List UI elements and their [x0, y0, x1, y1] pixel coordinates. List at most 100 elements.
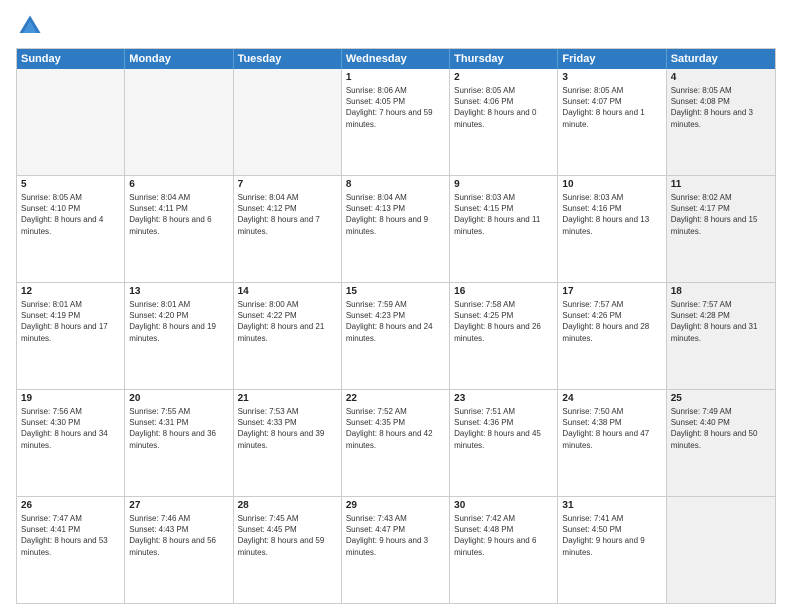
day-cell-7: 7Sunrise: 8:04 AMSunset: 4:12 PMDaylight… [234, 176, 342, 282]
day-info: Sunrise: 8:03 AMSunset: 4:16 PMDaylight:… [562, 192, 661, 237]
day-info: Sunrise: 7:46 AMSunset: 4:43 PMDaylight:… [129, 513, 228, 558]
logo [16, 12, 48, 40]
day-info: Sunrise: 8:01 AMSunset: 4:19 PMDaylight:… [21, 299, 120, 344]
day-header-thursday: Thursday [450, 49, 558, 69]
day-cell-14: 14 Sunrise: 8:00 AMSunset: 4:22 PMDayligh… [234, 283, 342, 389]
day-header-saturday: Saturday [667, 49, 775, 69]
calendar-week-4: 19 Sunrise: 7:56 AMSunset: 4:30 PMDayligh… [17, 389, 775, 496]
day-info: Sunrise: 7:50 AMSunset: 4:38 PMDaylight:… [562, 406, 661, 451]
day-cell-2: 2 Sunrise: 8:05 AMSunset: 4:06 PMDaylight… [450, 69, 558, 175]
day-number: 5 [21, 179, 120, 190]
day-cell-10: 10Sunrise: 8:03 AMSunset: 4:16 PMDayligh… [558, 176, 666, 282]
day-info: Sunrise: 7:59 AMSunset: 4:23 PMDaylight:… [346, 299, 445, 344]
day-cell-28: 28Sunrise: 7:45 AMSunset: 4:45 PMDayligh… [234, 497, 342, 603]
day-info: Sunrise: 7:49 AMSunset: 4:40 PMDaylight:… [671, 406, 771, 451]
calendar-body: 1 Sunrise: 8:06 AMSunset: 4:05 PMDaylight… [17, 69, 775, 603]
calendar-week-1: 1 Sunrise: 8:06 AMSunset: 4:05 PMDaylight… [17, 69, 775, 175]
day-number: 21 [238, 393, 337, 404]
day-number: 8 [346, 179, 445, 190]
day-cell-17: 17 Sunrise: 7:57 AMSunset: 4:26 PMDayligh… [558, 283, 666, 389]
day-cell-11: 11Sunrise: 8:02 AMSunset: 4:17 PMDayligh… [667, 176, 775, 282]
day-number: 6 [129, 179, 228, 190]
day-number: 4 [671, 72, 771, 83]
day-cell-26: 26Sunrise: 7:47 AMSunset: 4:41 PMDayligh… [17, 497, 125, 603]
day-cell-25: 25 Sunrise: 7:49 AMSunset: 4:40 PMDayligh… [667, 390, 775, 496]
day-cell-8: 8 Sunrise: 8:04 AMSunset: 4:13 PMDaylight… [342, 176, 450, 282]
page: SundayMondayTuesdayWednesdayThursdayFrid… [0, 0, 792, 612]
day-number: 17 [562, 286, 661, 297]
day-number: 30 [454, 500, 553, 511]
day-cell-3: 3 Sunrise: 8:05 AMSunset: 4:07 PMDaylight… [558, 69, 666, 175]
day-number: 14 [238, 286, 337, 297]
day-number: 29 [346, 500, 445, 511]
calendar-header: SundayMondayTuesdayWednesdayThursdayFrid… [17, 49, 775, 69]
day-info: Sunrise: 8:01 AMSunset: 4:20 PMDaylight:… [129, 299, 228, 344]
day-info: Sunrise: 8:05 AMSunset: 4:06 PMDaylight:… [454, 85, 553, 130]
empty-cell-w0c1 [125, 69, 233, 175]
day-cell-27: 27 Sunrise: 7:46 AMSunset: 4:43 PMDayligh… [125, 497, 233, 603]
day-number: 9 [454, 179, 553, 190]
day-number: 3 [562, 72, 661, 83]
day-cell-18: 18 Sunrise: 7:57 AMSunset: 4:28 PMDayligh… [667, 283, 775, 389]
day-number: 18 [671, 286, 771, 297]
day-cell-4: 4Sunrise: 8:05 AMSunset: 4:08 PMDaylight… [667, 69, 775, 175]
day-number: 24 [562, 393, 661, 404]
day-cell-19: 19 Sunrise: 7:56 AMSunset: 4:30 PMDayligh… [17, 390, 125, 496]
day-cell-12: 12Sunrise: 8:01 AMSunset: 4:19 PMDayligh… [17, 283, 125, 389]
day-info: Sunrise: 8:05 AMSunset: 4:07 PMDaylight:… [562, 85, 661, 130]
day-number: 13 [129, 286, 228, 297]
day-header-friday: Friday [558, 49, 666, 69]
day-header-sunday: Sunday [17, 49, 125, 69]
day-cell-6: 6Sunrise: 8:04 AMSunset: 4:11 PMDaylight… [125, 176, 233, 282]
day-number: 16 [454, 286, 553, 297]
day-number: 20 [129, 393, 228, 404]
day-cell-24: 24 Sunrise: 7:50 AMSunset: 4:38 PMDayligh… [558, 390, 666, 496]
day-info: Sunrise: 7:58 AMSunset: 4:25 PMDaylight:… [454, 299, 553, 344]
day-info: Sunrise: 7:55 AMSunset: 4:31 PMDaylight:… [129, 406, 228, 451]
empty-cell-w0c0 [17, 69, 125, 175]
day-cell-22: 22Sunrise: 7:52 AMSunset: 4:35 PMDayligh… [342, 390, 450, 496]
day-cell-29: 29Sunrise: 7:43 AMSunset: 4:47 PMDayligh… [342, 497, 450, 603]
day-info: Sunrise: 7:41 AMSunset: 4:50 PMDaylight:… [562, 513, 661, 558]
day-number: 11 [671, 179, 771, 190]
header [16, 12, 776, 40]
day-header-tuesday: Tuesday [234, 49, 342, 69]
day-cell-16: 16 Sunrise: 7:58 AMSunset: 4:25 PMDayligh… [450, 283, 558, 389]
day-number: 25 [671, 393, 771, 404]
empty-cell-w0c2 [234, 69, 342, 175]
day-cell-31: 31 Sunrise: 7:41 AMSunset: 4:50 PMDayligh… [558, 497, 666, 603]
day-number: 15 [346, 286, 445, 297]
day-number: 26 [21, 500, 120, 511]
day-info: Sunrise: 7:53 AMSunset: 4:33 PMDaylight:… [238, 406, 337, 451]
day-cell-21: 21 Sunrise: 7:53 AMSunset: 4:33 PMDayligh… [234, 390, 342, 496]
day-info: Sunrise: 7:42 AMSunset: 4:48 PMDaylight:… [454, 513, 553, 558]
day-number: 1 [346, 72, 445, 83]
day-info: Sunrise: 7:57 AMSunset: 4:28 PMDaylight:… [671, 299, 771, 344]
day-header-wednesday: Wednesday [342, 49, 450, 69]
day-number: 19 [21, 393, 120, 404]
day-info: Sunrise: 7:57 AMSunset: 4:26 PMDaylight:… [562, 299, 661, 344]
day-info: Sunrise: 8:04 AMSunset: 4:13 PMDaylight:… [346, 192, 445, 237]
day-cell-15: 15 Sunrise: 7:59 AMSunset: 4:23 PMDayligh… [342, 283, 450, 389]
day-cell-20: 20 Sunrise: 7:55 AMSunset: 4:31 PMDayligh… [125, 390, 233, 496]
day-info: Sunrise: 8:05 AMSunset: 4:10 PMDaylight:… [21, 192, 120, 237]
day-number: 31 [562, 500, 661, 511]
calendar-week-3: 12Sunrise: 8:01 AMSunset: 4:19 PMDayligh… [17, 282, 775, 389]
day-number: 7 [238, 179, 337, 190]
day-cell-23: 23 Sunrise: 7:51 AMSunset: 4:36 PMDayligh… [450, 390, 558, 496]
day-cell-9: 9 Sunrise: 8:03 AMSunset: 4:15 PMDaylight… [450, 176, 558, 282]
day-number: 27 [129, 500, 228, 511]
day-info: Sunrise: 8:00 AMSunset: 4:22 PMDaylight:… [238, 299, 337, 344]
logo-icon [16, 12, 44, 40]
day-number: 23 [454, 393, 553, 404]
day-info: Sunrise: 8:03 AMSunset: 4:15 PMDaylight:… [454, 192, 553, 237]
day-info: Sunrise: 7:56 AMSunset: 4:30 PMDaylight:… [21, 406, 120, 451]
day-cell-1: 1 Sunrise: 8:06 AMSunset: 4:05 PMDaylight… [342, 69, 450, 175]
day-info: Sunrise: 7:51 AMSunset: 4:36 PMDaylight:… [454, 406, 553, 451]
day-number: 2 [454, 72, 553, 83]
calendar: SundayMondayTuesdayWednesdayThursdayFrid… [16, 48, 776, 604]
day-info: Sunrise: 8:06 AMSunset: 4:05 PMDaylight:… [346, 85, 445, 130]
day-number: 22 [346, 393, 445, 404]
calendar-week-2: 5 Sunrise: 8:05 AMSunset: 4:10 PMDaylight… [17, 175, 775, 282]
day-number: 28 [238, 500, 337, 511]
